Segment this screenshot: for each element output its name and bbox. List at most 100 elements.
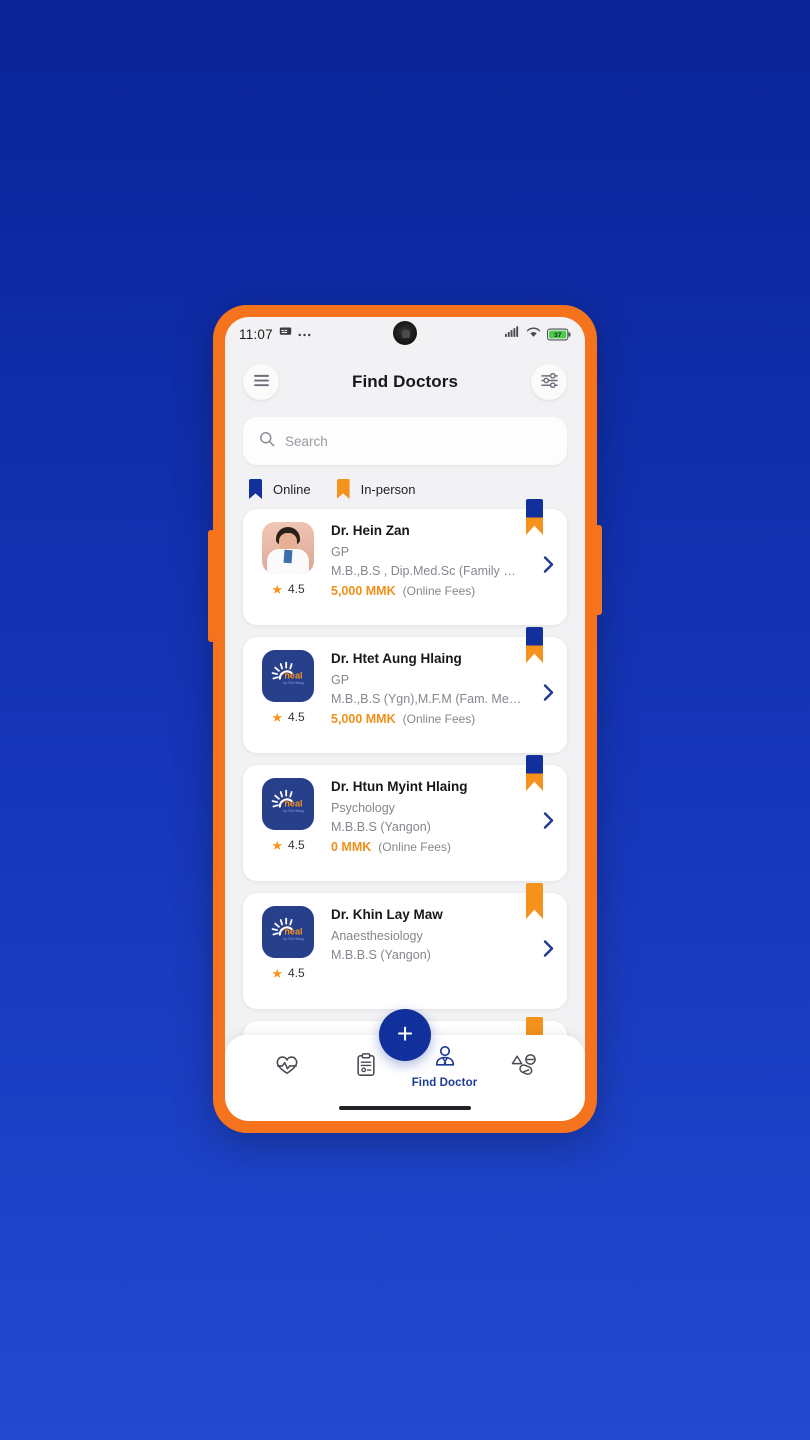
filter-button[interactable] xyxy=(531,364,567,400)
chevron-right-icon[interactable] xyxy=(542,940,555,963)
rating: ★ 4.5 xyxy=(271,966,304,980)
search-bar[interactable] xyxy=(243,417,567,465)
phone-frame: 11:07 37 Find Doctors Search Online In-p… xyxy=(208,305,602,1133)
phone-screen: 11:07 37 Find Doctors Search Online In-p… xyxy=(225,317,585,1121)
doctor-degree: M.B.,B.S , Dip.Med.Sc (Family Medi... xyxy=(331,564,526,578)
svg-text:heal: heal xyxy=(284,798,302,808)
doctor-specialty: GP xyxy=(331,673,350,687)
heal-logo-icon: heal by Pun Hlaing xyxy=(271,789,304,813)
wifi-icon xyxy=(526,325,541,343)
status-bar-right: 37 xyxy=(505,325,571,343)
svg-text:by Pun Hlaing: by Pun Hlaing xyxy=(283,809,304,813)
doctor-card[interactable]: heal by Pun Hlaing ★ 4.5 Dr. Khin Lay Ma… xyxy=(243,883,567,1009)
doctor-card[interactable]: heal by Pun Hlaing ★ 4.5 Dr. Htet Aung H… xyxy=(243,627,567,753)
bookmark-icon xyxy=(526,627,543,663)
legend-label-in-person: In-person xyxy=(360,481,416,497)
doctor-card-left: heal by Pun Hlaing ★ 4.5 xyxy=(257,778,319,852)
app-header: Find Doctors xyxy=(225,351,585,413)
doctor-fee-row: 5,000 MMK (Online Fees) xyxy=(331,584,553,598)
rating-value: 4.5 xyxy=(287,966,305,980)
legend-item-in-person[interactable]: In-person xyxy=(337,479,416,499)
star-icon: ★ xyxy=(271,581,283,597)
chevron-right-icon[interactable] xyxy=(542,812,555,835)
camera-punch-hole xyxy=(393,321,417,345)
nav-item-medicine[interactable] xyxy=(484,1035,563,1099)
search-icon xyxy=(259,431,275,452)
rating: ★ 4.5 xyxy=(271,838,304,852)
doctor-degree: M.B.B.S (Yangon) xyxy=(331,820,431,834)
more-dots-icon xyxy=(298,325,311,343)
fee-amount: 5,000 MMK xyxy=(331,584,396,598)
bookmark-icon xyxy=(526,755,543,791)
fee-amount: 0 MMK xyxy=(331,840,372,854)
heart-pulse-icon xyxy=(274,1054,300,1081)
legend-label-online: Online xyxy=(273,481,311,497)
star-icon: ★ xyxy=(271,709,283,725)
doctor-card-left: heal by Pun Hlaing ★ 4.5 xyxy=(257,906,319,980)
doctor-icon xyxy=(432,1045,458,1074)
heal-logo-icon: heal by Pun Hlaing xyxy=(271,917,304,941)
clipboard-record-icon xyxy=(355,1052,377,1082)
hamburger-menu-button[interactable] xyxy=(243,364,279,400)
doctor-name: Dr. Khin Lay Maw xyxy=(331,907,443,922)
avatar: heal by Pun Hlaing xyxy=(262,778,314,830)
doctor-name: Dr. Htun Myint Hlaing xyxy=(331,779,468,794)
hamburger-menu-icon xyxy=(253,374,270,390)
volume-button[interactable] xyxy=(208,530,215,642)
rating-value: 4.5 xyxy=(287,582,305,596)
bookmark-icon xyxy=(337,479,350,499)
home-indicator[interactable] xyxy=(339,1106,471,1110)
doctor-card[interactable]: heal by Pun Hlaing ★ 4.5 Dr. Htun Myint … xyxy=(243,755,567,881)
avatar xyxy=(262,522,314,574)
star-icon: ★ xyxy=(271,837,283,853)
filter-sliders-icon xyxy=(540,372,558,391)
doctor-card-body: Dr. Htun Myint Hlaing Psychology M.B.B.S… xyxy=(319,778,553,854)
bottom-navigation: + Find Doctor xyxy=(225,1009,585,1121)
nav-label-find-doctor: Find Doctor xyxy=(411,1077,478,1089)
cellular-signal-icon xyxy=(505,325,520,343)
doctor-specialty: Anaesthesiology xyxy=(331,929,423,943)
doctor-name: Dr. Hein Zan xyxy=(331,523,410,538)
bookmark-icon xyxy=(526,883,543,919)
avatar: heal by Pun Hlaing xyxy=(262,650,314,702)
nav-item-health[interactable] xyxy=(247,1035,326,1099)
doctor-fee-row: 0 MMK (Online Fees) xyxy=(331,840,553,854)
doctor-name: Dr. Htet Aung Hlaing xyxy=(331,651,462,666)
svg-text:by Pun Hlaing: by Pun Hlaing xyxy=(283,937,304,941)
doctor-card-body: Dr. Khin Lay Maw Anaesthesiology M.B.B.S… xyxy=(319,906,553,968)
bookmark-icon xyxy=(526,499,543,535)
doctor-degree: M.B.,B.S (Ygn),M.F.M (Fam. Med) (E... xyxy=(331,692,526,706)
avatar: heal by Pun Hlaing xyxy=(262,906,314,958)
fee-label: (Online Fees) xyxy=(378,840,451,854)
status-bar: 11:07 37 xyxy=(225,317,585,351)
add-button[interactable]: + xyxy=(379,1009,431,1061)
chevron-right-icon[interactable] xyxy=(542,556,555,579)
heal-logo-icon: heal by Pun Hlaing xyxy=(271,661,304,685)
fee-amount: 5,000 MMK xyxy=(331,712,396,726)
power-button[interactable] xyxy=(595,525,602,615)
doctor-specialty: Psychology xyxy=(331,801,395,815)
chevron-right-icon[interactable] xyxy=(542,684,555,707)
pills-icon xyxy=(511,1053,537,1082)
status-bar-left: 11:07 xyxy=(239,325,311,343)
doctor-specialty: GP xyxy=(331,545,350,559)
fee-label: (Online Fees) xyxy=(402,712,476,726)
page-title: Find Doctors xyxy=(351,372,459,391)
doctor-degree: M.B.B.S (Yangon) xyxy=(331,948,431,962)
star-icon: ★ xyxy=(271,965,283,981)
svg-text:heal: heal xyxy=(284,670,302,680)
rating-value: 4.5 xyxy=(287,838,305,852)
search-input[interactable] xyxy=(285,433,551,449)
message-icon xyxy=(279,325,292,343)
doctor-card-body: Dr. Hein Zan GP M.B.,B.S , Dip.Med.Sc (F… xyxy=(319,522,553,598)
svg-text:by Pun Hlaing: by Pun Hlaing xyxy=(283,681,304,685)
rating-value: 4.5 xyxy=(287,710,305,724)
svg-text:heal: heal xyxy=(284,926,302,936)
doctor-card[interactable]: ★ 4.5 Dr. Hein Zan GP M.B.,B.S , Dip.Med… xyxy=(243,499,567,625)
doctor-card-body: Dr. Htet Aung Hlaing GP M.B.,B.S (Ygn),M… xyxy=(319,650,553,726)
legend-item-online[interactable]: Online xyxy=(249,479,311,499)
svg-text:37: 37 xyxy=(554,332,562,339)
rating: ★ 4.5 xyxy=(271,582,304,596)
battery-icon: 37 xyxy=(547,328,571,341)
rating: ★ 4.5 xyxy=(271,710,304,724)
